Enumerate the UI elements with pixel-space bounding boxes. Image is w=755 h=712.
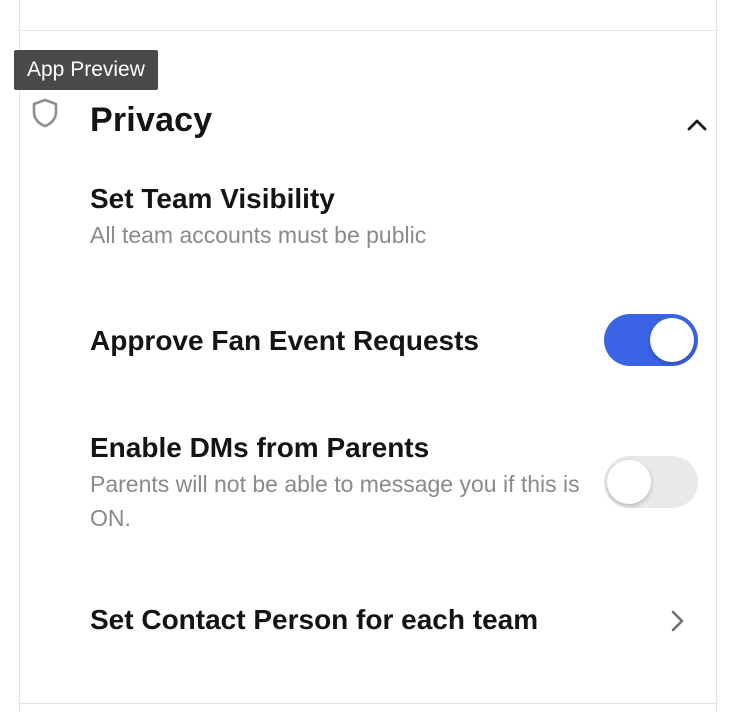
setting-title: Approve Fan Event Requests	[90, 325, 479, 356]
setting-approve-fan-events: Approve Fan Event Requests	[90, 324, 570, 358]
app-preview-tooltip: App Preview	[14, 50, 158, 90]
setting-subtitle: Parents will not be able to message you …	[90, 471, 580, 531]
toggle-knob	[650, 318, 694, 362]
setting-title: Set Team Visibility	[90, 183, 335, 214]
frame-divider-right	[716, 0, 717, 712]
toggle-knob	[607, 460, 651, 504]
chevron-up-icon[interactable]	[680, 109, 714, 139]
setting-title: Set Contact Person for each team	[90, 604, 539, 635]
chevron-right-icon[interactable]	[666, 608, 688, 634]
setting-subtitle: All team accounts must be public	[90, 222, 427, 248]
app-page: Privacy App Preview Set Team Visibility …	[0, 0, 755, 712]
approve-fan-events-toggle[interactable]	[604, 314, 698, 366]
setting-title: Enable DMs from Parents	[90, 432, 430, 463]
setting-team-visibility[interactable]: Set Team Visibility All team accounts mu…	[90, 182, 720, 252]
shield-icon	[32, 98, 58, 128]
setting-contact-person[interactable]: Set Contact Person for each team	[90, 603, 650, 637]
enable-dms-parents-toggle[interactable]	[604, 456, 698, 508]
section-title: Privacy	[90, 101, 213, 139]
setting-enable-dms-parents: Enable DMs from Parents Parents will not…	[90, 431, 600, 535]
